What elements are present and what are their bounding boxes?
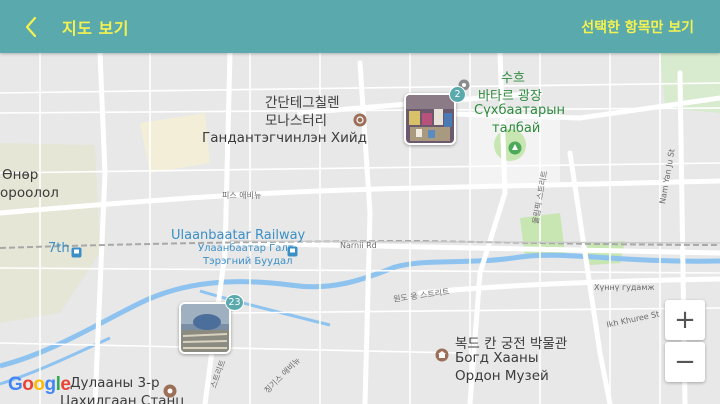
back-button[interactable] xyxy=(0,0,62,53)
label-stop-7th: 7th xyxy=(48,241,70,256)
street-peace-ave: 피스 애비뉴 xyxy=(222,191,262,200)
power-station-poi-icon[interactable] xyxy=(163,383,177,402)
photo-count-badge: 2 xyxy=(449,86,466,103)
photo-cluster-sukhbaatar[interactable] xyxy=(404,93,456,145)
google-logo-letter: o xyxy=(22,374,34,395)
google-logo-letter: e xyxy=(60,374,71,395)
label-railway-en: Ulaanbaatar Railway xyxy=(171,228,306,243)
label-monastery-ko-2: 모나스터리 xyxy=(265,113,328,129)
monastery-poi-icon[interactable] xyxy=(353,112,367,131)
zoom-out-button[interactable]: − xyxy=(665,342,705,382)
page-title: 지도 보기 xyxy=(62,18,129,38)
zoom-in-button[interactable]: + xyxy=(665,300,705,340)
label-museum-mn-1: Богд Хааны xyxy=(455,350,539,366)
label-left-1: Өнөр xyxy=(2,167,39,183)
label-bottom-mn-1: Дулааны 3-р xyxy=(70,375,160,391)
label-museum-ko: 복드 칸 궁전 박물관 xyxy=(455,336,568,352)
label-left-2: ороолол xyxy=(0,185,59,201)
park-poi-icon[interactable] xyxy=(508,140,522,159)
label-railway-mn-1: Улаанбаатар Галт xyxy=(198,243,294,254)
label-square-mn-2: талбай xyxy=(492,121,541,136)
chevron-left-icon xyxy=(25,16,37,37)
bus-stop-icon[interactable] xyxy=(71,243,82,262)
google-logo-letter: o xyxy=(33,374,45,395)
map-view[interactable]: 간단테그칠렌 모나스터리 Гандантэгчинлэн Хийд 수흐 바타르… xyxy=(0,53,720,404)
label-square-ko-1: 수흐 xyxy=(501,71,525,86)
label-square-mn-1: Сүхбаатарын xyxy=(474,103,565,118)
street-narnii-rd: Narnii Rd xyxy=(340,241,377,250)
street-khuhn: Хүннү гудамж xyxy=(594,283,655,292)
show-selected-only-button[interactable]: 선택한 항목만 보기 xyxy=(581,17,694,37)
photo-thumbnail xyxy=(406,95,454,143)
google-logo: Google xyxy=(8,374,71,396)
google-logo-letter: g xyxy=(44,374,57,395)
museum-poi-icon[interactable] xyxy=(435,347,449,366)
label-museum-mn-2: Ордон Музей xyxy=(455,368,549,384)
label-railway-mn-2: Тэрэгний Буудал xyxy=(203,256,293,267)
label-monastery-mn: Гандантэгчинлэн Хийд xyxy=(202,130,367,146)
photo-thumbnail xyxy=(181,304,229,352)
photo-cluster-railway[interactable] xyxy=(179,302,231,354)
label-monastery-ko-1: 간단테그칠렌 xyxy=(265,95,340,111)
photo-count-badge: 23 xyxy=(225,294,244,311)
app-header: 지도 보기 선택한 항목만 보기 xyxy=(0,0,720,53)
map-base xyxy=(0,53,720,404)
label-square-ko-2: 바타르 광장 xyxy=(478,89,542,104)
train-station-icon[interactable] xyxy=(287,242,298,261)
google-logo-letter: G xyxy=(8,374,23,395)
